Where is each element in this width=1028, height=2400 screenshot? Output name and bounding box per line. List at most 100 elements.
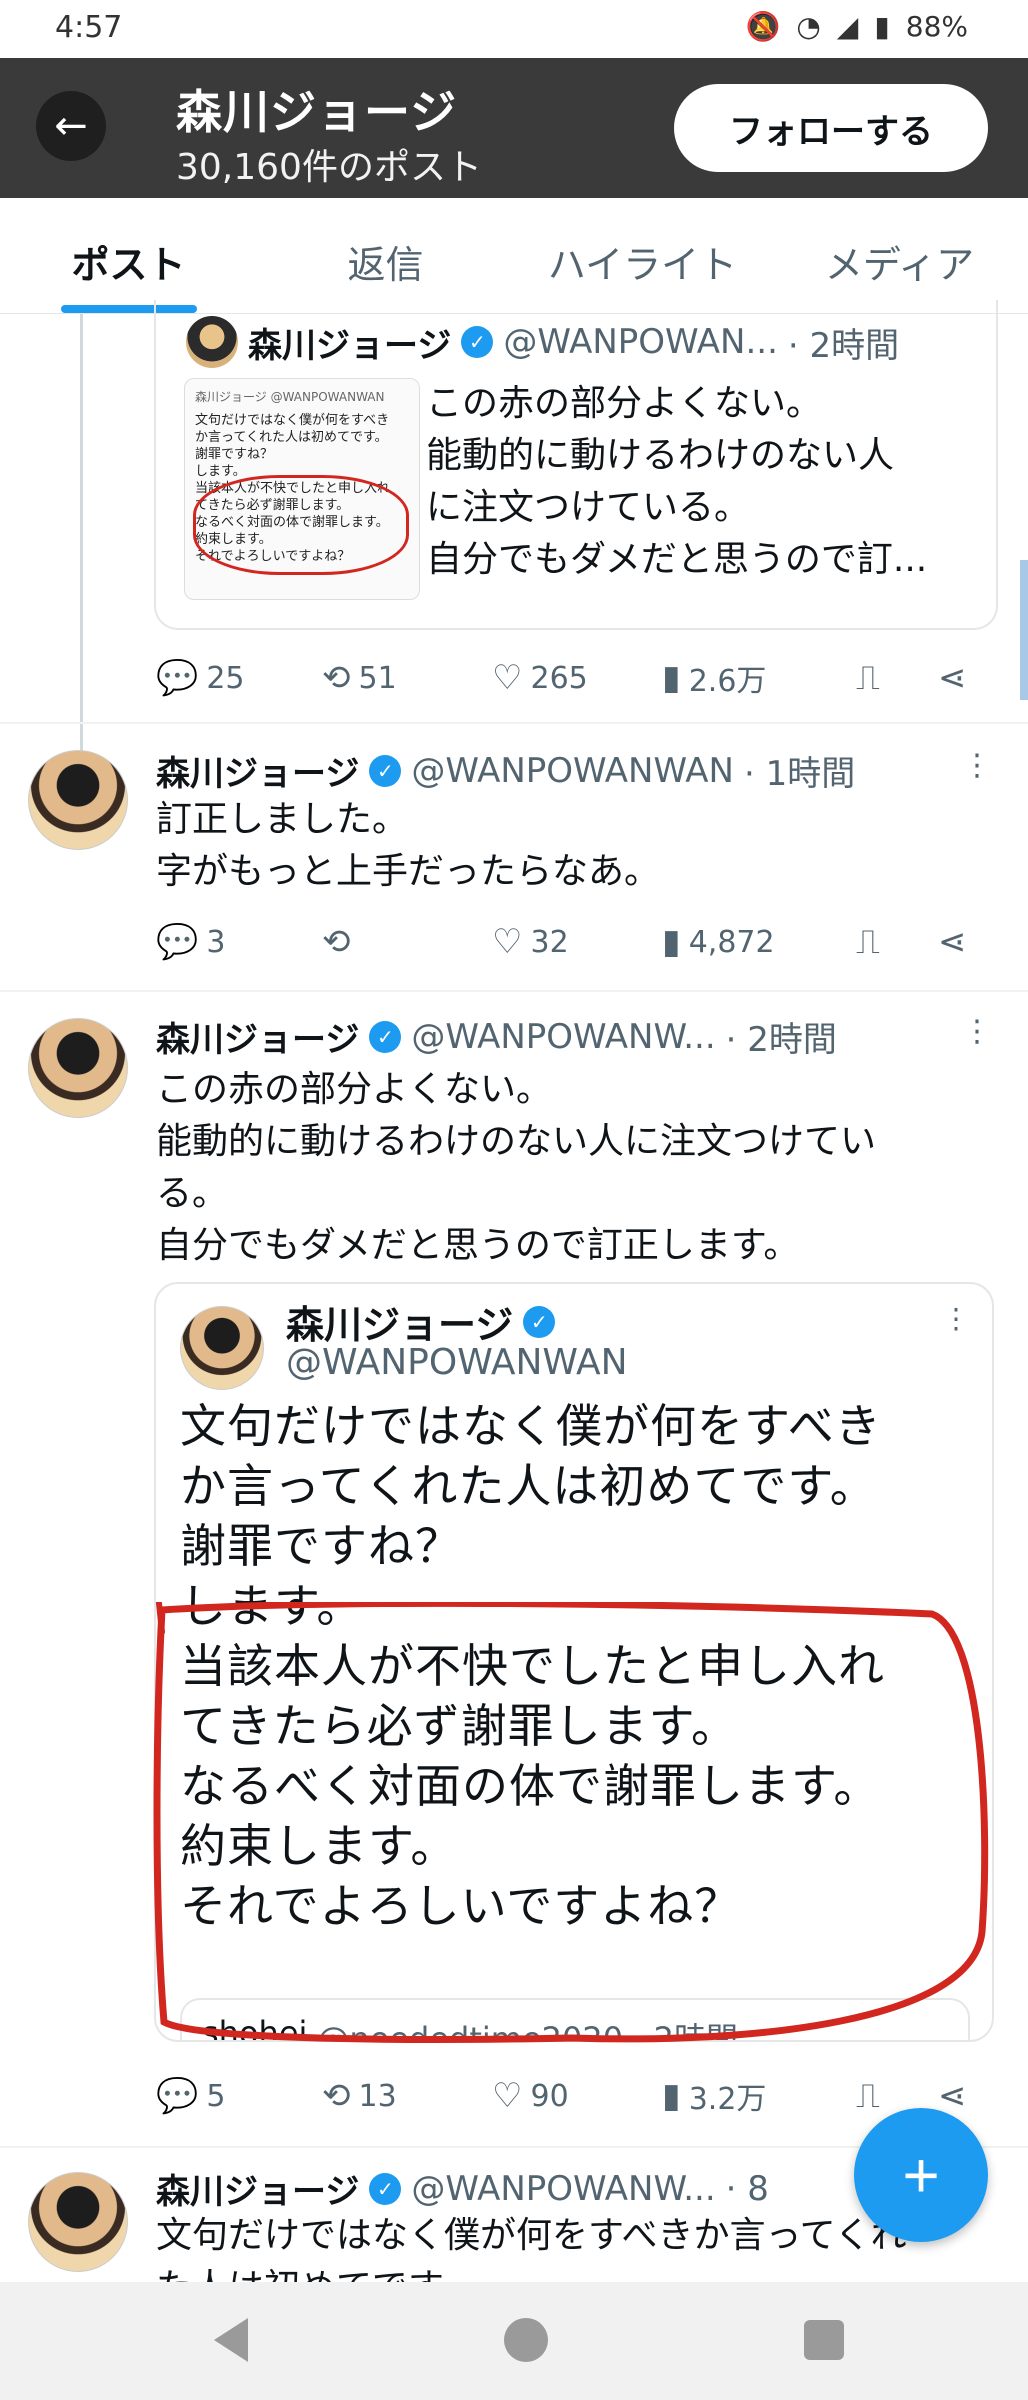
text-line: 自分でもダメだと思うので訂...	[426, 539, 928, 580]
verified-badge-icon: ✓	[369, 2172, 402, 2205]
follow-button[interactable]: フォローする	[674, 84, 988, 172]
quoted-author-handle: @WANPOWAN...	[503, 322, 778, 362]
text-line: 文句だけではなく僕が何をすべき	[180, 1399, 882, 1453]
bookmark-icon: ⎍	[856, 2076, 880, 2116]
post-header: 森川ジョージ ✓ @WANPOWANW... · 2時間	[156, 1012, 837, 1061]
like-count: 90	[530, 2078, 569, 2114]
tab-posts[interactable]: ポスト	[0, 198, 257, 313]
reply-icon: 💬	[156, 922, 199, 962]
heart-icon: ♡	[492, 2076, 523, 2116]
like-button[interactable]: ♡ 265	[492, 658, 662, 698]
scrollbar[interactable]	[1020, 560, 1028, 700]
share-button[interactable]: ⋖	[938, 2076, 967, 2116]
share-icon: ⋖	[938, 922, 967, 962]
reply-button[interactable]: 💬 25	[156, 658, 322, 698]
more-options-icon[interactable]: ⋮	[962, 748, 992, 783]
thread-line	[80, 314, 83, 752]
quoted-image-thumbnail[interactable]: 森川ジョージ @WANPOWANWAN 文句だけではなく僕が何をすべき か言って…	[184, 378, 420, 600]
status-icons: 🔕 ◔ ◢ ▮ 88%	[745, 10, 968, 43]
avatar[interactable]	[28, 750, 128, 850]
repost-count: 51	[358, 660, 397, 696]
thumb-line: 謝罪ですね？	[195, 447, 274, 462]
bookmark-button[interactable]: ⎍	[856, 658, 938, 698]
divider	[0, 990, 1028, 992]
post-text: 訂正しました。 字がもっと上手だったらなあ。	[156, 794, 986, 898]
quoted-post-card[interactable]: 森川ジョージ ✓ @WANPOWANWAN ⋮ 文句だけではなく僕が何をすべき …	[154, 1282, 994, 2042]
repost-icon: ⟲	[322, 2076, 351, 2116]
quoted-author-name: 森川ジョージ	[286, 1303, 514, 1347]
status-bar: 4:57 🔕 ◔ ◢ ▮ 88%	[0, 0, 1028, 58]
nested-author-handle: @neededtime2020 · 2時間	[317, 2020, 738, 2042]
avatar[interactable]	[28, 2172, 128, 2272]
author-handle: @WANPOWANWAN	[411, 750, 734, 791]
like-button[interactable]: ♡ 32	[492, 922, 662, 962]
repost-button[interactable]: ⟲	[322, 922, 492, 962]
quoted-post-text: この赤の部分よくない。 能動的に動けるわけのない人 に注文つけている。 自分でも…	[426, 378, 966, 586]
text-line: に注文つけている。	[426, 487, 751, 528]
profile-tabs: ポスト 返信 ハイライト メディア	[0, 198, 1028, 314]
reply-button[interactable]: 💬 3	[156, 922, 322, 962]
text-line: る。	[156, 1173, 229, 1214]
repost-button[interactable]: ⟲ 13	[322, 2076, 492, 2116]
text-line: それでよろしいですよね？	[180, 1879, 742, 1933]
views-button[interactable]: ▮ 3.2万	[662, 2074, 856, 2118]
post-header: 森川ジョージ ✓ @WANPOWANW... · 8	[156, 2164, 769, 2213]
mute-icon: 🔕	[745, 10, 781, 43]
bar-chart-icon: ▮	[662, 658, 681, 698]
like-button[interactable]: ♡ 90	[492, 2076, 662, 2116]
share-button[interactable]: ⋖	[938, 922, 967, 962]
text-line: なるべく対面の体で謝罪します。	[180, 1759, 881, 1813]
tab-highlights[interactable]: ハイライト	[514, 198, 771, 313]
author-name[interactable]: 森川ジョージ	[156, 1012, 359, 1061]
compose-button[interactable]: +	[854, 2108, 988, 2242]
reply-count: 3	[206, 924, 226, 960]
share-icon: ⋖	[938, 2076, 967, 2116]
post-time: · 8	[725, 2168, 769, 2209]
avatar	[180, 1306, 264, 1390]
author-name[interactable]: 森川ジョージ	[156, 2164, 359, 2213]
bookmark-button[interactable]: ⎍	[856, 922, 938, 962]
text-line: 訂正しました。	[156, 799, 409, 840]
repost-icon: ⟲	[322, 922, 351, 962]
bookmark-icon: ⎍	[856, 922, 880, 962]
quoted-post-time: · 2時間	[787, 325, 900, 366]
nested-quote: shohei @neededtime2020 · 2時間	[180, 1998, 970, 2042]
quoted-post-header: 森川ジョージ ✓ @WANPOWAN... · 2時間	[186, 316, 899, 368]
quoted-post-card[interactable]: 森川ジョージ ✓ @WANPOWAN... · 2時間 森川ジョージ @WANP…	[154, 300, 998, 630]
share-button[interactable]: ⋖	[938, 658, 967, 698]
post-text: この赤の部分よくない。 能動的に動けるわけのない人に注文つけてい る。 自分でも…	[156, 1064, 986, 1272]
text-line: 能動的に動けるわけのない人に注文つけてい	[156, 1121, 877, 1162]
thumb-author-handle: @WANPOWANWAN	[270, 390, 385, 404]
tab-media[interactable]: メディア	[771, 198, 1028, 313]
repost-button[interactable]: ⟲ 51	[322, 658, 492, 698]
author-handle: @WANPOWANW...	[411, 1016, 716, 1057]
status-time: 4:57	[55, 10, 123, 45]
avatar[interactable]	[28, 1018, 128, 1118]
author-name[interactable]: 森川ジョージ	[156, 746, 359, 795]
more-options-icon[interactable]: ⋮	[962, 1014, 992, 1049]
post-time: · 2時間	[725, 1020, 837, 1060]
heart-icon: ♡	[492, 922, 523, 962]
author-handle: @WANPOWANW...	[411, 2168, 716, 2209]
nav-recent-apps-icon[interactable]	[804, 2320, 844, 2360]
back-button[interactable]: ←	[36, 91, 106, 161]
plus-icon: +	[902, 2139, 940, 2211]
share-icon: ⋖	[938, 658, 967, 698]
repost-icon: ⟲	[322, 658, 351, 698]
nav-home-icon[interactable]	[504, 2318, 548, 2362]
text-line: 当該本人が不快でしたと申し入れ	[180, 1639, 885, 1693]
view-count: 3.2万	[688, 2082, 767, 2117]
views-button[interactable]: ▮ 2.6万	[662, 656, 856, 700]
post-actions: 💬 25 ⟲ 51 ♡ 265 ▮ 2.6万 ⎍ ⋖	[156, 648, 976, 708]
nav-back-icon[interactable]	[214, 2318, 248, 2362]
reply-count: 25	[206, 660, 245, 696]
quoted-post-text: 文句だけではなく僕が何をすべき か言ってくれた人は初めてです。 謝罪ですね？ し…	[180, 1396, 980, 1936]
avatar	[186, 316, 238, 368]
text-line: します。	[180, 1579, 364, 1633]
nested-author-name: shohei	[202, 2014, 308, 2042]
views-button[interactable]: ▮ 4,872	[662, 922, 856, 962]
reply-button[interactable]: 💬 5	[156, 2076, 322, 2116]
tab-replies[interactable]: 返信	[257, 198, 514, 313]
reply-count: 5	[206, 2078, 226, 2114]
battery-icon: ▮	[874, 10, 890, 43]
